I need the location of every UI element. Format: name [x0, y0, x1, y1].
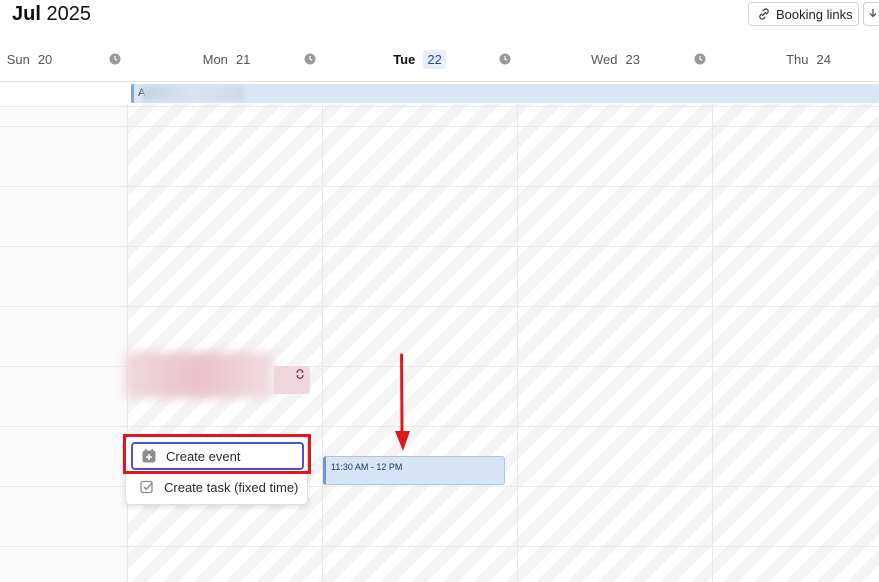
clock-icon[interactable] [694, 53, 706, 65]
clock-icon[interactable] [499, 53, 511, 65]
recurring-icon [296, 369, 304, 379]
day-number: 24 [816, 51, 831, 67]
redacted-event[interactable] [124, 352, 274, 398]
day-name: Wed [591, 51, 618, 67]
day-header-tue[interactable]: Tue 22 [322, 44, 517, 74]
hour-line [0, 186, 879, 187]
day-header-thu[interactable]: Thu 24 [711, 44, 879, 74]
day-number: 23 [625, 51, 640, 67]
clock-icon[interactable] [304, 53, 316, 65]
day-number: 20 [37, 51, 53, 67]
column-divider [322, 104, 323, 582]
new-event-selection[interactable]: 11:30 AM - 12 PM [323, 456, 505, 485]
month-label: Jul [12, 3, 41, 25]
download-icon [869, 9, 877, 18]
sunday-column[interactable] [0, 104, 127, 582]
checkbox-icon [140, 480, 154, 494]
header-divider [0, 81, 879, 82]
hour-line [0, 426, 879, 427]
event-time-range: 11:30 AM - 12 PM [331, 462, 403, 472]
calendar-grid[interactable] [0, 104, 879, 582]
hour-line [0, 546, 879, 547]
day-name: Mon [202, 51, 228, 67]
hour-line [0, 246, 879, 247]
hour-line [0, 306, 879, 307]
clock-icon[interactable] [109, 53, 121, 65]
hour-line [0, 126, 879, 127]
column-divider [712, 104, 713, 582]
day-number: 21 [235, 51, 251, 67]
day-header-wed[interactable]: Wed 23 [518, 44, 713, 74]
year-label: 2025 [46, 3, 91, 25]
weekday-columns[interactable] [127, 104, 879, 582]
booking-links-button[interactable]: Booking links [748, 2, 859, 26]
month-title: Jul 2025 [12, 3, 91, 26]
day-name: Tue [393, 51, 416, 67]
day-name: Sun [6, 51, 30, 67]
redacted-text [143, 86, 245, 101]
hour-line [0, 106, 879, 107]
download-button[interactable] [863, 2, 879, 26]
create-task-menu-item[interactable]: Create task (fixed time) [131, 473, 304, 501]
day-name: Thu [786, 51, 809, 67]
day-header-mon[interactable]: Mon 21 [129, 44, 324, 74]
annotation-highlight-box [123, 434, 311, 474]
booking-links-label: Booking links [776, 6, 853, 22]
link-icon [759, 8, 769, 20]
column-divider [517, 104, 518, 582]
arrow-down-icon [395, 353, 410, 451]
column-divider [127, 104, 128, 582]
day-header-sun[interactable]: Sun 20 [0, 44, 127, 74]
create-task-label: Create task (fixed time) [164, 479, 299, 495]
day-number: 22 [423, 49, 446, 69]
